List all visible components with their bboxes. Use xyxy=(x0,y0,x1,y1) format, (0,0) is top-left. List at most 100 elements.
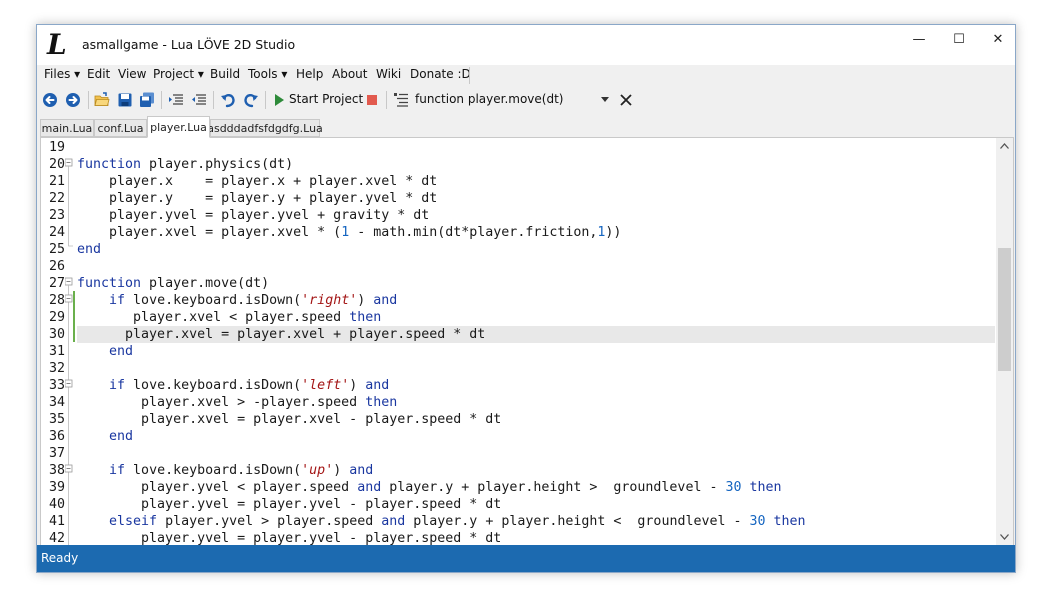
forward-arrow-icon[interactable] xyxy=(65,92,81,108)
app-logo: L xyxy=(47,28,67,61)
line-number: 29 xyxy=(48,310,65,325)
line-number: 42 xyxy=(48,531,65,546)
scroll-up-icon[interactable] xyxy=(1000,143,1009,149)
line-number: 25 xyxy=(48,242,65,257)
menu-files[interactable]: Files ▾ xyxy=(44,67,80,81)
tab-player-lua[interactable]: player.Lua xyxy=(147,116,210,138)
minimize-button[interactable]: — xyxy=(904,29,934,49)
redo-icon[interactable] xyxy=(243,92,259,108)
line-number: 26 xyxy=(48,259,65,274)
code-line[interactable]: end xyxy=(77,343,995,360)
menu-separator xyxy=(469,67,470,84)
code-line[interactable]: player.xvel = player.xvel - player.speed… xyxy=(77,411,995,428)
window-title: asmallgame - Lua LÖVE 2D Studio xyxy=(82,37,296,52)
toolbar-separator xyxy=(88,91,89,109)
tab-conf-lua[interactable]: conf.Lua xyxy=(94,119,147,137)
code-line[interactable] xyxy=(77,360,995,377)
title-bar: L asmallgame - Lua LÖVE 2D Studio — ☐ ✕ xyxy=(37,25,1015,65)
tab-main-lua[interactable]: main.Lua xyxy=(40,119,94,137)
code-line[interactable] xyxy=(77,258,995,275)
menu-about[interactable]: About xyxy=(332,67,367,81)
code-line[interactable]: if love.keyboard.isDown('left') and xyxy=(77,377,995,394)
line-number: 41 xyxy=(48,514,65,529)
line-number: 34 xyxy=(48,395,65,410)
menu-donate[interactable]: Donate :D xyxy=(410,67,471,81)
save-icon[interactable] xyxy=(117,92,133,108)
menu-project[interactable]: Project ▾ xyxy=(153,67,204,81)
code-line[interactable]: if love.keyboard.isDown('right') and xyxy=(77,292,995,309)
vertical-scrollbar[interactable] xyxy=(996,138,1013,545)
menu-wiki[interactable]: Wiki xyxy=(376,67,401,81)
line-number: 36 xyxy=(48,429,65,444)
code-line[interactable]: player.yvel < player.speed and player.y … xyxy=(77,479,995,496)
maximize-button[interactable]: ☐ xyxy=(944,29,974,49)
code-line[interactable] xyxy=(77,445,995,462)
code-line[interactable]: player.yvel = player.yvel + gravity * dt xyxy=(77,207,995,224)
line-number: 27 xyxy=(48,276,65,291)
code-line[interactable]: player.x = player.x + player.xvel * dt xyxy=(77,173,995,190)
chevron-down-icon xyxy=(601,97,609,102)
function-select[interactable]: function player.move(dt) xyxy=(393,89,613,110)
line-number: 32 xyxy=(48,361,65,376)
code-line[interactable]: player.yvel = player.yvel - player.speed… xyxy=(77,496,995,513)
close-icon[interactable] xyxy=(618,92,634,108)
line-number: 39 xyxy=(48,480,65,495)
line-number: 37 xyxy=(48,446,65,461)
code-line[interactable] xyxy=(77,139,995,156)
line-number: 21 xyxy=(48,174,65,189)
tab-asdddadfsfdgdfg-lua[interactable]: asdddadfsfdgdfg.Lua xyxy=(207,119,323,137)
code-line[interactable]: end xyxy=(77,428,995,445)
code-line[interactable]: player.xvel > -player.speed then xyxy=(77,394,995,411)
toolbar-separator xyxy=(265,91,266,109)
function-select-value: function player.move(dt) xyxy=(415,92,564,106)
stop-icon[interactable] xyxy=(364,92,380,108)
fold-margin xyxy=(64,138,75,545)
open-folder-icon[interactable] xyxy=(94,92,110,108)
status-text: Ready xyxy=(41,551,79,565)
menu-edit[interactable]: Edit xyxy=(87,67,110,81)
code-editor[interactable]: 19 20 21 22 23 24 25 26 27 28 29 30 31 32 33 34 35 36 37 38… xyxy=(40,137,1014,546)
scroll-down-icon[interactable] xyxy=(1000,534,1009,540)
menu-build[interactable]: Build xyxy=(210,67,240,81)
line-number: 33 xyxy=(48,378,65,393)
save-all-icon[interactable] xyxy=(139,92,155,108)
undo-icon[interactable] xyxy=(220,92,236,108)
line-number: 23 xyxy=(48,208,65,223)
code-line[interactable]: player.yvel = player.yvel - player.speed… xyxy=(77,530,995,545)
code-line[interactable]: function player.physics(dt) xyxy=(77,156,995,173)
code-line[interactable]: player.xvel = player.xvel * (1 - math.mi… xyxy=(77,224,995,241)
start-project-button[interactable]: Start Project xyxy=(289,92,363,106)
toolbar-separator xyxy=(386,91,387,109)
function-list-icon xyxy=(394,93,408,107)
menu-view[interactable]: View xyxy=(118,67,146,81)
line-number: 38 xyxy=(48,463,65,478)
close-window-button[interactable]: ✕ xyxy=(983,29,1013,49)
line-number-gutter: 19 20 21 22 23 24 25 26 27 28 29 30 31 32 33 34 35 36 37 38… xyxy=(41,138,65,545)
code-line[interactable]: end xyxy=(77,241,995,258)
code-line[interactable]: elseif player.yvel > player.speed and pl… xyxy=(77,513,995,530)
toolbar-separator xyxy=(161,91,162,109)
fold-markers xyxy=(64,158,75,545)
outdent-icon[interactable] xyxy=(191,92,207,108)
play-icon[interactable] xyxy=(271,92,287,108)
code-line[interactable]: function player.move(dt) xyxy=(77,275,995,292)
code-line[interactable]: player.xvel = player.xvel + player.speed… xyxy=(77,326,995,343)
toolbar: Start Project function player.move(dt) xyxy=(37,86,1015,114)
back-arrow-icon[interactable] xyxy=(42,92,58,108)
code-line[interactable]: player.xvel < player.speed then xyxy=(77,309,995,326)
app-window: L asmallgame - Lua LÖVE 2D Studio — ☐ ✕ … xyxy=(36,24,1016,573)
code-line[interactable]: player.y = player.y + player.yvel * dt xyxy=(77,190,995,207)
indent-icon[interactable] xyxy=(168,92,184,108)
scroll-thumb[interactable] xyxy=(998,248,1011,371)
status-bar: Ready xyxy=(37,545,1015,572)
menu-help[interactable]: Help xyxy=(296,67,323,81)
toolbar-separator xyxy=(213,91,214,109)
line-number: 30 xyxy=(48,327,65,342)
code-area[interactable]: function player.physics(dt) player.x = p… xyxy=(77,138,995,545)
line-number: 40 xyxy=(48,497,65,512)
menu-tools[interactable]: Tools ▾ xyxy=(248,67,287,81)
line-number: 20 xyxy=(48,157,65,172)
line-number: 35 xyxy=(48,412,65,427)
line-number: 19 xyxy=(48,140,65,155)
code-line[interactable]: if love.keyboard.isDown('up') and xyxy=(77,462,995,479)
